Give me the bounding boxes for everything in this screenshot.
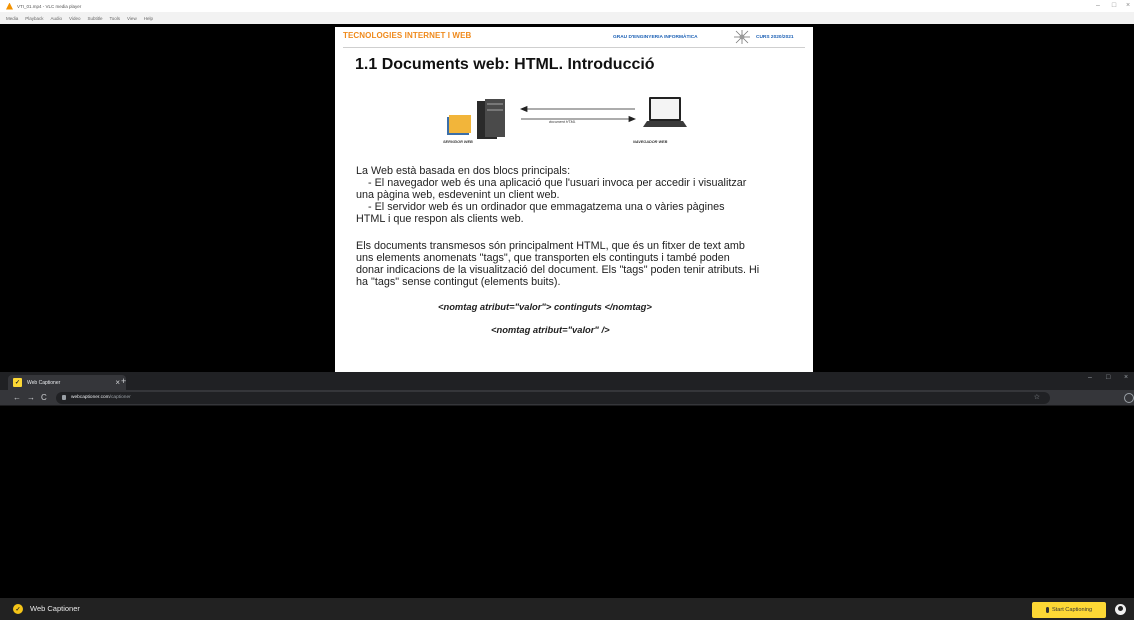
- paragraph-line: una pàgina web, esdevenint un client web…: [356, 189, 560, 201]
- tab-title: Web Captioner: [27, 379, 61, 386]
- browser-window: ✓ Web Captioner × + – □ × ← → C webcapti…: [0, 372, 1134, 620]
- bookmark-star-icon[interactable]: ☆: [1034, 393, 1040, 403]
- tab-strip: ✓ Web Captioner × + – □ ×: [0, 372, 1134, 390]
- menu-tools[interactable]: Tools: [110, 16, 121, 21]
- server-icon: [447, 99, 505, 139]
- microphone-icon: [1045, 607, 1049, 613]
- paragraph-line: - El navegador web és una aplicació que …: [368, 177, 747, 189]
- web-captioner-logo-icon: ✓: [13, 604, 23, 614]
- code-example-element: <nomtag atribut="valor"> continguts </no…: [438, 301, 652, 312]
- menu-view[interactable]: View: [127, 16, 137, 21]
- paragraph-line: donar indicacions de la visualització de…: [356, 264, 760, 276]
- back-icon[interactable]: ←: [13, 392, 21, 404]
- exchange-arrows: [519, 105, 637, 123]
- account-icon[interactable]: [1115, 604, 1126, 615]
- document-arrow-label: document HTML: [549, 120, 576, 124]
- vlc-window: VTI_01.mp4 - VLC media player – □ × Medi…: [0, 0, 1134, 372]
- paragraph-line: HTML i que respon als clients web.: [356, 213, 524, 225]
- tab-close-icon[interactable]: ×: [115, 377, 120, 388]
- server-label: SERVIDOR WEB: [443, 140, 473, 144]
- lock-icon[interactable]: [62, 395, 66, 400]
- captioner-bottom-bar: ✓ Web Captioner Start Captioning: [0, 598, 1134, 620]
- slide-degree-name: GRAU D'ENGINYERIA INFORMÀTICA: [613, 35, 698, 40]
- presentation-slide: TECNOLOGIES INTERNET I WEB GRAU D'ENGINY…: [335, 27, 813, 372]
- menu-media[interactable]: Media: [6, 16, 18, 21]
- close-icon[interactable]: ×: [1118, 0, 1134, 12]
- browser-toolbar: ← → C webcaptioner.com/captioner ☆: [0, 390, 1134, 406]
- slide-title: 1.1 Documents web: HTML. Introducció: [355, 56, 655, 73]
- vlc-menubar: Media Playback Audio Video Subtitle Tool…: [0, 12, 1134, 24]
- maximize-icon[interactable]: □: [1106, 374, 1110, 381]
- close-icon[interactable]: ×: [1124, 374, 1128, 381]
- browser-label: NAVEGADOR WEB: [633, 140, 668, 144]
- menu-playback[interactable]: Playback: [25, 16, 43, 21]
- laptop-icon: [643, 97, 687, 127]
- slide-course-name: TECNOLOGIES INTERNET I WEB: [343, 31, 472, 40]
- minimize-icon[interactable]: –: [1088, 374, 1092, 381]
- start-captioning-button[interactable]: Start Captioning: [1032, 602, 1106, 618]
- menu-subtitle[interactable]: Subtitle: [87, 16, 102, 21]
- profile-icon[interactable]: [1124, 393, 1134, 403]
- paragraph-line: Els documents transmesos són principalme…: [356, 240, 745, 252]
- vlc-cone-icon: [6, 2, 13, 10]
- menu-video[interactable]: Video: [69, 16, 80, 21]
- address-bar[interactable]: webcaptioner.com/captioner ☆: [56, 392, 1050, 404]
- client-server-diagram: [447, 97, 687, 139]
- paragraph-line: La Web està basada en dos blocs principa…: [356, 165, 571, 177]
- university-logo-icon: [734, 30, 750, 44]
- tab-web-captioner[interactable]: ✓ Web Captioner ×: [8, 375, 126, 390]
- code-example-empty-element: <nomtag atribut="valor" />: [491, 324, 610, 335]
- menu-help[interactable]: Help: [144, 16, 153, 21]
- forward-icon[interactable]: →: [27, 392, 35, 404]
- reload-icon[interactable]: C: [41, 392, 47, 404]
- url-text[interactable]: webcaptioner.com/captioner: [71, 393, 131, 403]
- paragraph-line: ha "tags" sense contingut (elements buit…: [356, 276, 561, 288]
- slide-header: TECNOLOGIES INTERNET I WEB GRAU D'ENGINY…: [335, 27, 813, 49]
- menu-audio[interactable]: Audio: [51, 16, 63, 21]
- vlc-window-title: VTI_01.mp4 - VLC media player: [17, 3, 82, 9]
- web-captioner-favicon-icon: ✓: [13, 378, 22, 387]
- new-tab-button[interactable]: +: [121, 375, 126, 387]
- slide-course-year: CURS 2020/2021: [756, 35, 794, 40]
- slide-divider: [343, 47, 805, 48]
- app-name: Web Captioner: [30, 604, 80, 613]
- caption-display-area[interactable]: [6, 407, 1128, 598]
- vlc-titlebar: VTI_01.mp4 - VLC media player – □ ×: [0, 0, 1134, 12]
- paragraph-line: uns elements anomenats "tags", que trans…: [356, 252, 730, 264]
- start-captioning-label: Start Captioning: [1051, 607, 1093, 613]
- paragraph-line: - El servidor web és un ordinador que em…: [368, 201, 725, 213]
